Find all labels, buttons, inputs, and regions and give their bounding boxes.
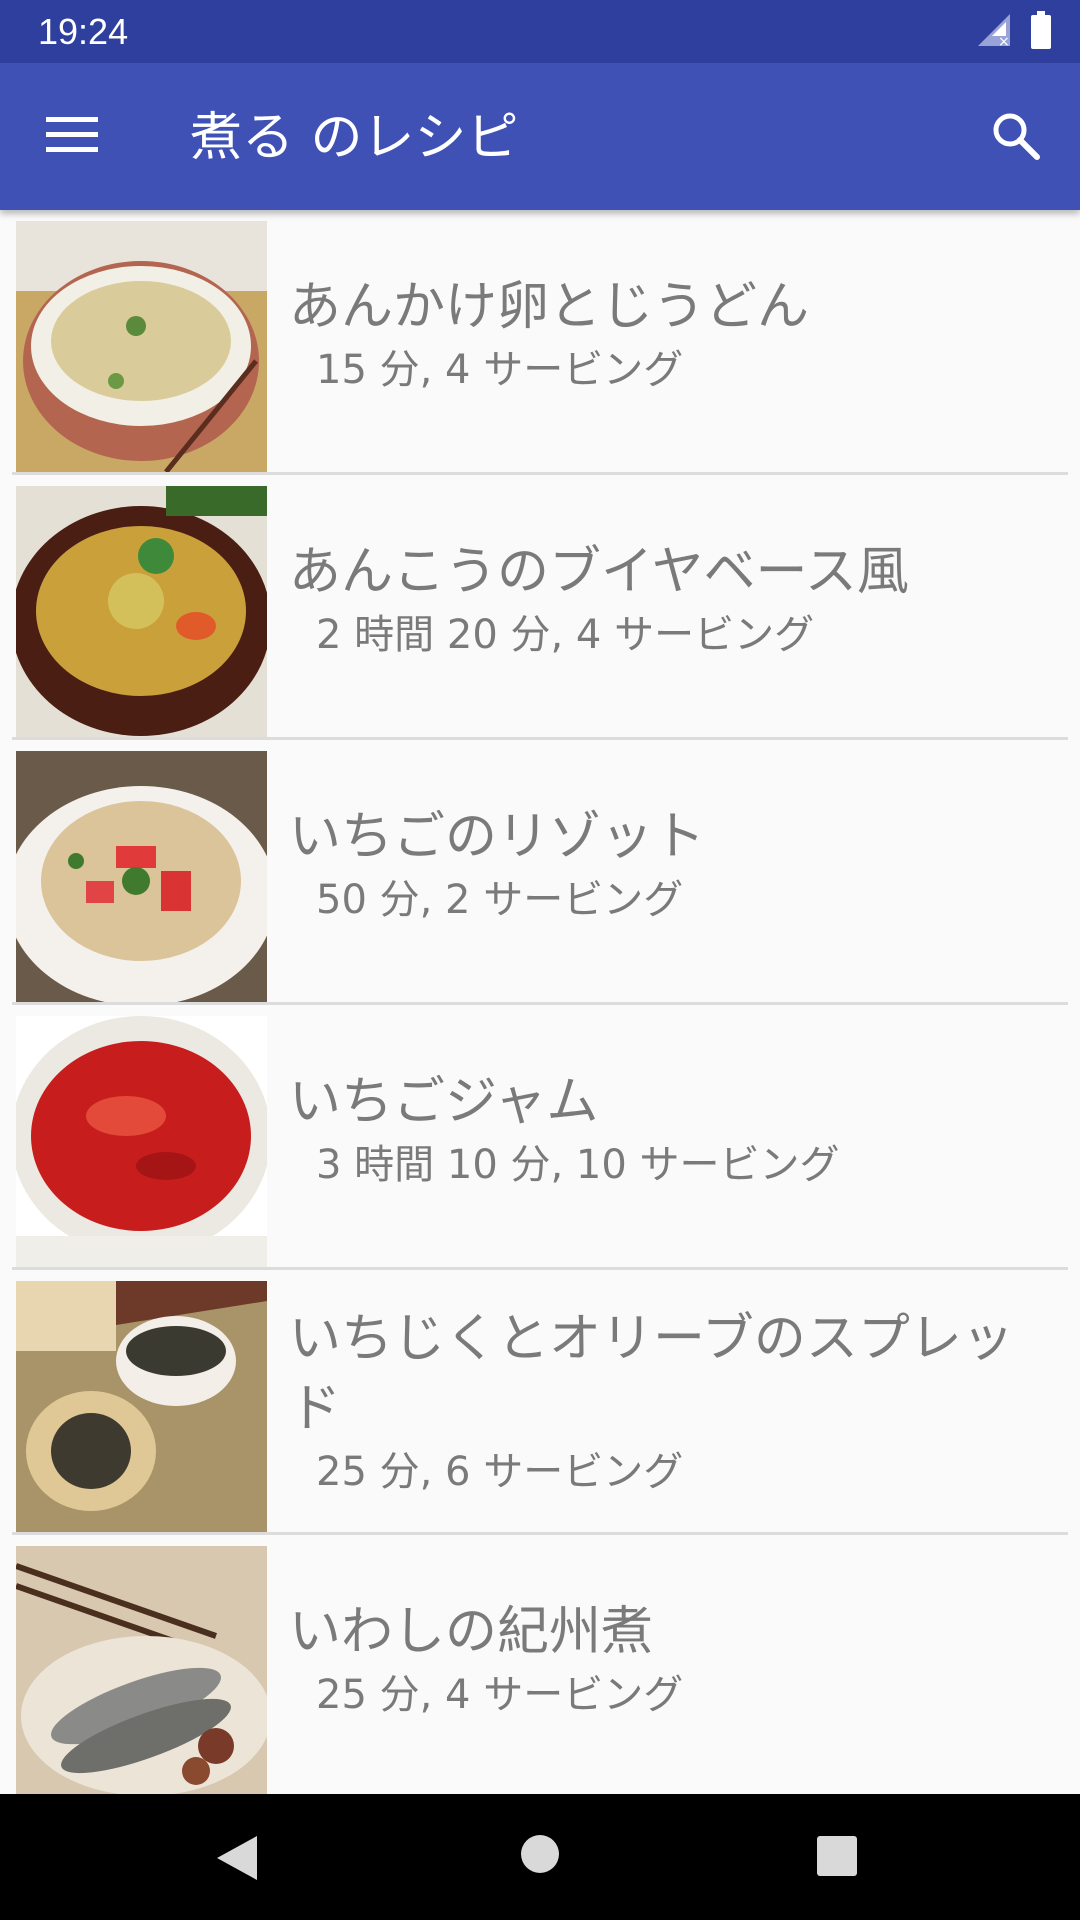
menu-button[interactable] — [36, 105, 108, 169]
recipe-list-item[interactable]: あんかけ卵とじうどん 15 分, 4 サービング — [12, 210, 1068, 475]
svg-text:×: × — [998, 34, 1010, 48]
status-bar: 19:24 × — [0, 0, 1080, 63]
home-circle-icon — [520, 1835, 560, 1878]
search-button[interactable] — [980, 103, 1052, 173]
recents-square-icon — [817, 1836, 857, 1880]
recipe-list-item[interactable]: いわしの紀州煮 25 分, 4 サービング — [12, 1535, 1068, 1794]
recipe-name: いちごジャム — [289, 1072, 599, 1132]
page-title: 煮る のレシピ — [190, 108, 519, 168]
app-bar: 煮る のレシピ — [0, 63, 1080, 210]
back-button[interactable] — [215, 1834, 259, 1886]
home-button[interactable] — [520, 1834, 560, 1878]
recents-button[interactable] — [817, 1836, 857, 1880]
recipe-name-line: ド — [289, 1379, 342, 1439]
signal-no-data-icon: × — [976, 12, 1012, 52]
recipe-meta: 50 分, 2 サービング — [316, 877, 684, 923]
recipe-thumbnail-jam — [16, 1016, 267, 1267]
recipe-meta: 2 時間 20 分, 4 サービング — [316, 612, 815, 658]
status-time: 19:24 — [38, 11, 129, 52]
recipe-list[interactable]: あんかけ卵とじうどん 15 分, 4 サービング あんこうのブイヤベース風 2 … — [0, 210, 1080, 1794]
recipe-meta: 25 分, 4 サービング — [316, 1672, 684, 1718]
recipe-name: いちごのリゾット — [289, 807, 706, 867]
recipe-thumbnail-fig-spread — [16, 1281, 267, 1532]
recipe-meta: 3 時間 10 分, 10 サービング — [316, 1142, 840, 1188]
battery-icon — [1030, 11, 1052, 53]
recipe-list-item[interactable]: いちじくとオリーブのスプレッ ド 25 分, 6 サービング — [12, 1270, 1068, 1535]
recipe-meta: 15 分, 4 サービング — [316, 347, 684, 393]
recipe-list-item[interactable]: あんこうのブイヤベース風 2 時間 20 分, 4 サービング — [12, 475, 1068, 740]
navigation-bar — [0, 1794, 1080, 1920]
back-triangle-icon — [215, 1836, 259, 1886]
recipe-list-item[interactable]: いちごジャム 3 時間 10 分, 10 サービング — [12, 1005, 1068, 1270]
recipe-list-item[interactable]: いちごのリゾット 50 分, 2 サービング — [12, 740, 1068, 1005]
status-icons: × — [976, 11, 1052, 53]
recipe-thumbnail-udon — [16, 221, 267, 472]
recipe-thumbnail-risotto — [16, 751, 267, 1002]
recipe-thumbnail-bouillabaisse — [16, 486, 267, 737]
recipe-meta: 25 分, 6 サービング — [316, 1449, 684, 1495]
recipe-thumbnail-sardine — [16, 1546, 267, 1794]
menu-icon — [46, 115, 98, 159]
recipe-name: あんこうのブイヤベース風 — [289, 542, 909, 602]
search-icon — [991, 111, 1041, 165]
recipe-name: あんかけ卵とじうどん — [289, 277, 810, 337]
recipe-name-line: いちじくとオリーブのスプレッ — [289, 1309, 1014, 1369]
recipe-name: いちじくとオリーブのスプレッ ド — [289, 1304, 1049, 1444]
recipe-name: いわしの紀州煮 — [289, 1602, 654, 1662]
